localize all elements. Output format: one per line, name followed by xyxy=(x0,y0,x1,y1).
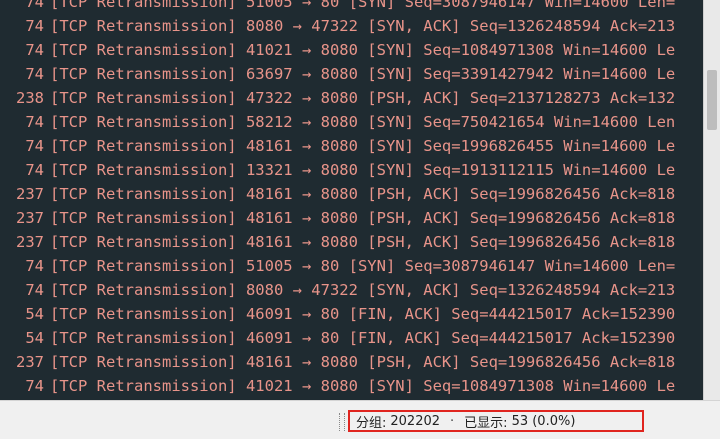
packet-info: [TCP Retransmission] 48161 → 8080 [SYN] … xyxy=(50,137,676,155)
packet-length: 74 xyxy=(25,161,44,179)
packet-info: [TCP Retransmission] 48161 → 8080 [PSH, … xyxy=(50,185,676,203)
packet-row[interactable]: 74 [TCP Retransmission] 8080 → 47322 [SYN… xyxy=(0,278,720,302)
packet-info: [TCP Retransmission] 48161 → 8080 [PSH, … xyxy=(50,209,676,227)
packet-row[interactable]: 74 [TCP Retransmission] 13321 → 8080 [SYN… xyxy=(0,158,720,182)
packet-info: [TCP Retransmission] 48161 → 8080 [PSH, … xyxy=(50,353,676,371)
packet-row[interactable]: 74 [TCP Retransmission] 8080 → 47322 [SYN… xyxy=(0,14,720,38)
packets-label: 分组: xyxy=(356,415,387,431)
packet-row[interactable]: 74 [TCP Retransmission] 51005 → 80 [SYN] … xyxy=(0,254,720,278)
packet-length: 237 xyxy=(16,185,44,203)
packet-info: [TCP Retransmission] 46091 → 80 [FIN, AC… xyxy=(50,305,676,323)
packet-length: 74 xyxy=(25,41,44,59)
packet-length: 74 xyxy=(25,65,44,83)
packet-info: [TCP Retransmission] 47322 → 8080 [PSH, … xyxy=(50,89,676,107)
packet-length: 54 xyxy=(25,305,44,323)
status-separator: · xyxy=(450,413,455,429)
packet-row[interactable]: 237 [TCP Retransmission] 48161 → 8080 [PS… xyxy=(0,350,720,374)
packet-row[interactable]: 74 [TCP Retransmission] 58212 → 8080 [SYN… xyxy=(0,110,720,134)
packet-row[interactable]: 74 [TCP Retransmission] 41021 → 8080 [SYN… xyxy=(0,38,720,62)
packet-row[interactable]: 237 [TCP Retransmission] 48161 → 8080 [PS… xyxy=(0,230,720,254)
packet-info: [TCP Retransmission] 41021 → 8080 [SYN] … xyxy=(50,377,676,395)
packet-info: [TCP Retransmission] 58212 → 8080 [SYN] … xyxy=(50,113,676,131)
packet-length: 74 xyxy=(25,257,44,275)
packet-info: [TCP Retransmission] 8080 → 47322 [SYN, … xyxy=(50,281,676,299)
packet-length: 54 xyxy=(25,329,44,347)
packet-count-highlight: 分组: 202202 · 已显示: 53 (0.0%) xyxy=(348,410,644,432)
packet-row[interactable]: 237 [TCP Retransmission] 48161 → 8080 [PS… xyxy=(0,206,720,230)
scrollbar-thumb[interactable] xyxy=(707,70,717,130)
packet-length: 74 xyxy=(25,281,44,299)
packet-row[interactable]: 74 [TCP Retransmission] 41021 → 8080 [SYN… xyxy=(0,374,720,398)
packet-list[interactable]: 74 [TCP Retransmission] 51005 → 80 [SYN] … xyxy=(0,0,720,400)
packet-row[interactable]: 237 [TCP Retransmission] 48161 → 8080 [PS… xyxy=(0,182,720,206)
packet-row[interactable]: 54 [TCP Retransmission] 46091 → 80 [FIN, … xyxy=(0,302,720,326)
packet-length: 237 xyxy=(16,209,44,227)
packet-length: 74 xyxy=(25,17,44,35)
packet-length: 74 xyxy=(25,113,44,131)
packet-info: [TCP Retransmission] 63697 → 8080 [SYN] … xyxy=(50,65,676,83)
packet-info: [TCP Retransmission] 41021 → 8080 [SYN] … xyxy=(50,41,676,59)
packet-row[interactable]: 74 [TCP Retransmission] 48161 → 8080 [SYN… xyxy=(0,134,720,158)
packet-row[interactable]: 74 [TCP Retransmission] 63697 → 8080 [SYN… xyxy=(0,62,720,86)
packet-length: 238 xyxy=(16,89,44,107)
packet-info: [TCP Retransmission] 46091 → 80 [FIN, AC… xyxy=(50,329,676,347)
packet-rows: 74 [TCP Retransmission] 51005 → 80 [SYN] … xyxy=(0,0,720,398)
packet-length: 237 xyxy=(16,353,44,371)
packets-count: 202202 xyxy=(390,413,441,429)
packet-length: 74 xyxy=(25,0,44,11)
packet-row[interactable]: 74 [TCP Retransmission] 51005 → 80 [SYN] … xyxy=(0,0,720,14)
packet-info: [TCP Retransmission] 13321 → 8080 [SYN] … xyxy=(50,161,676,179)
status-splitter-grip[interactable] xyxy=(339,413,345,431)
packet-info: [TCP Retransmission] 51005 → 80 [SYN] Se… xyxy=(50,0,676,11)
packet-length: 74 xyxy=(25,137,44,155)
packet-info: [TCP Retransmission] 48161 → 8080 [PSH, … xyxy=(50,233,676,251)
packet-row[interactable]: 54 [TCP Retransmission] 46091 → 80 [FIN, … xyxy=(0,326,720,350)
packet-length: 74 xyxy=(25,377,44,395)
packet-row[interactable]: 238 [TCP Retransmission] 47322 → 8080 [PS… xyxy=(0,86,720,110)
status-bar: 分组: 202202 · 已显示: 53 (0.0%) xyxy=(0,400,720,439)
packet-info: [TCP Retransmission] 51005 → 80 [SYN] Se… xyxy=(50,257,676,275)
vertical-scrollbar[interactable] xyxy=(703,0,720,400)
displayed-count: 53 (0.0%) xyxy=(511,413,576,429)
packet-info: [TCP Retransmission] 8080 → 47322 [SYN, … xyxy=(50,17,676,35)
displayed-label: 已显示: xyxy=(464,415,508,431)
packet-length: 237 xyxy=(16,233,44,251)
